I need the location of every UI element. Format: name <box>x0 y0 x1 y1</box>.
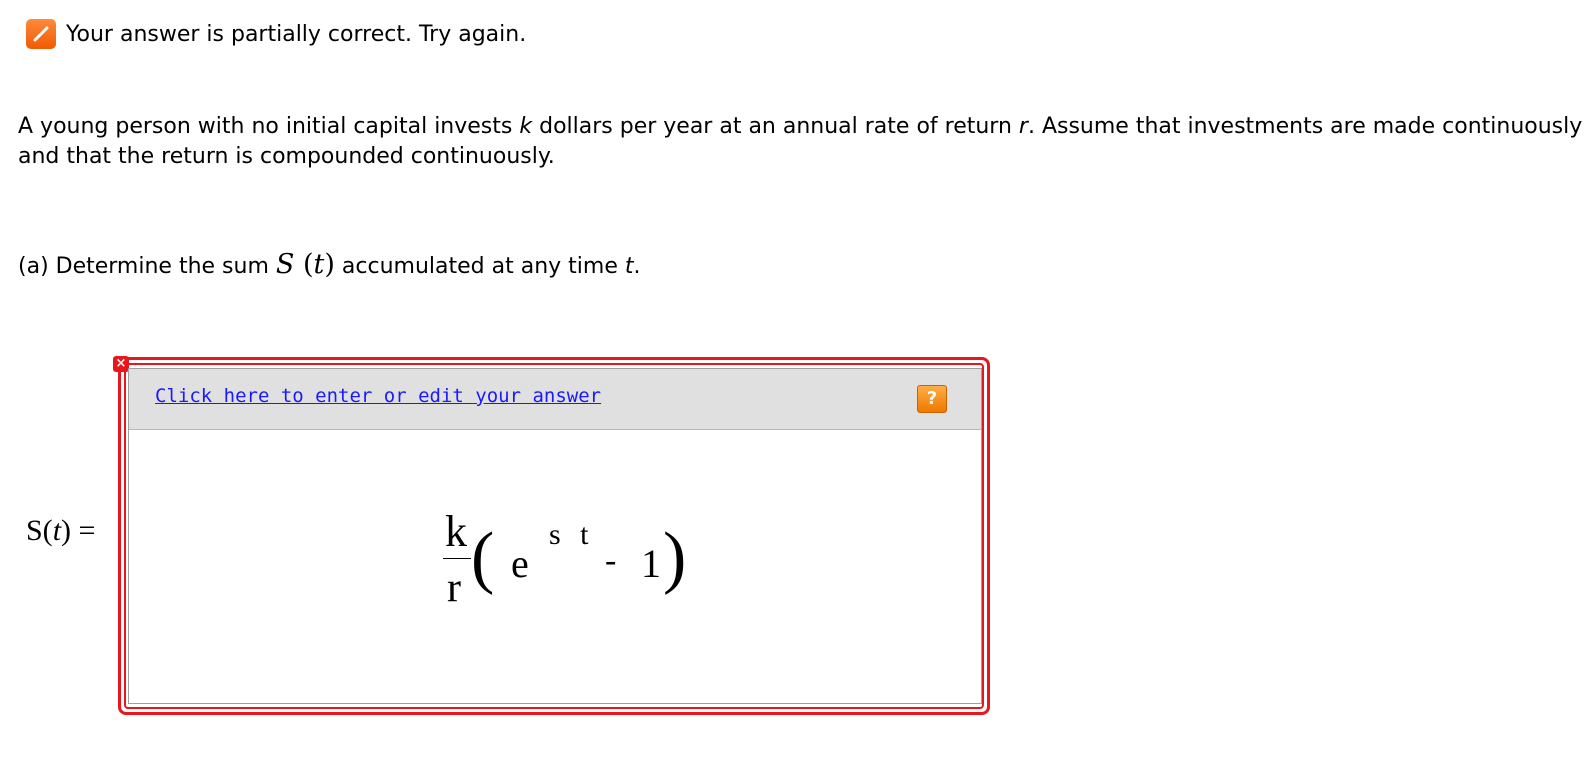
fraction-bar <box>443 558 471 559</box>
variable-t: t <box>624 254 634 279</box>
pencil-icon <box>26 19 56 49</box>
function-s-of-t: S (t) <box>275 249 335 280</box>
answer-editor[interactable]: Click here to enter or edit your answer … <box>128 368 982 704</box>
answer-editor-header: Click here to enter or edit your answer … <box>129 369 981 430</box>
minus-operator: - <box>605 542 617 579</box>
help-button[interactable]: ? <box>917 385 947 413</box>
feedback-status: Your answer is partially correct. Try ag… <box>26 18 526 50</box>
math-expression: k r ( e s t - 1 ) <box>435 496 705 626</box>
problem-statement: A young person with no initial capital i… <box>18 114 1583 169</box>
variable-k: k <box>519 114 533 139</box>
question-part-a: (a) Determine the sum S (t) accumulated … <box>18 249 641 280</box>
fraction-denominator: r <box>447 565 461 611</box>
right-parenthesis: ) <box>663 519 687 596</box>
constant-one: 1 <box>641 541 661 586</box>
variable-r: r <box>1018 114 1028 139</box>
answer-display[interactable]: k r ( e s t - 1 ) <box>129 430 981 702</box>
exponential-base: e <box>511 541 529 586</box>
answer-label: S(t) = <box>26 514 96 547</box>
exponent: s t <box>549 518 595 551</box>
edit-answer-link[interactable]: Click here to enter or edit your answer <box>155 385 601 407</box>
error-x-icon: × <box>113 356 129 372</box>
left-parenthesis: ( <box>471 519 495 596</box>
fraction-numerator: k <box>445 507 467 556</box>
feedback-message: Your answer is partially correct. Try ag… <box>66 21 527 47</box>
